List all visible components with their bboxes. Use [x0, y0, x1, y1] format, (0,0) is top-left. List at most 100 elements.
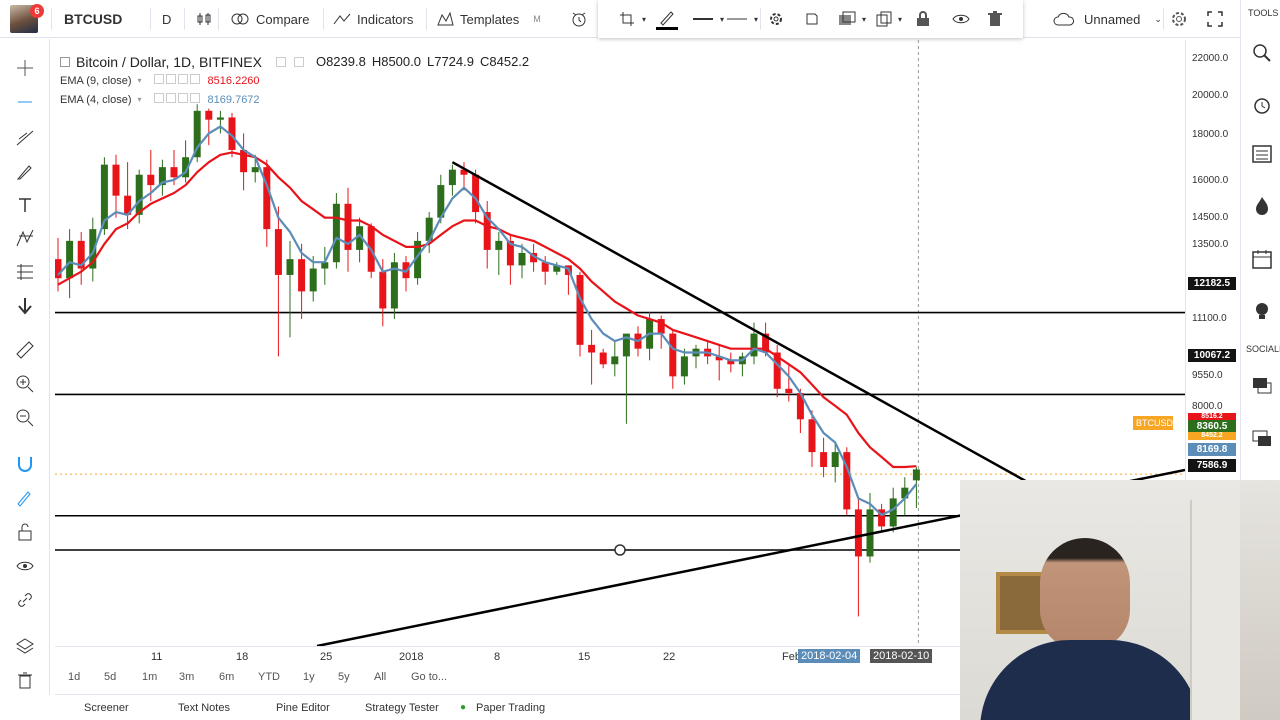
chat-icon[interactable] — [1251, 428, 1273, 450]
chat-icon[interactable] — [1251, 375, 1273, 397]
hline-price-box: 12182.5 — [1188, 277, 1236, 290]
list-icon[interactable] — [1251, 143, 1273, 165]
range-ytd[interactable]: YTD — [258, 671, 280, 683]
tab-paper-trading[interactable]: Paper Trading — [476, 702, 545, 714]
remove-drawings-tool[interactable] — [12, 669, 38, 691]
templates-icon — [437, 11, 454, 26]
candle-body — [588, 344, 596, 353]
alert-button[interactable] — [570, 0, 588, 38]
templates-button[interactable]: Templates M — [436, 0, 541, 38]
top-toolbar: 6 BTCUSD D Compare Indicators Templates … — [0, 0, 1280, 38]
delete-button[interactable] — [988, 0, 1002, 38]
text-tool[interactable] — [12, 194, 38, 216]
tab-strategy-tester[interactable]: Strategy Tester — [365, 702, 439, 714]
candle-body — [750, 333, 758, 357]
ema4-label[interactable]: EMA (4, close) — [60, 94, 132, 106]
ruler-tool[interactable] — [12, 339, 38, 361]
line-width-button[interactable]: ▾ — [692, 0, 724, 38]
line-style-button[interactable]: ▾ — [726, 0, 758, 38]
zoom-out-tool[interactable] — [12, 407, 38, 429]
ruler-icon — [16, 341, 34, 359]
line-width-icon — [693, 18, 713, 20]
settings-button[interactable] — [768, 0, 784, 38]
sync-drawings-tool[interactable] — [12, 589, 38, 611]
object-tree-tool[interactable] — [12, 635, 38, 657]
layout-button[interactable]: Unnamed ⌄ — [1053, 0, 1162, 38]
line-color-button[interactable] — [656, 0, 678, 38]
candle-body — [332, 203, 340, 263]
fib-icon — [17, 264, 33, 280]
crosshair-tool[interactable] — [12, 57, 38, 79]
clone-button[interactable]: ▾ — [876, 0, 902, 38]
range-all[interactable]: All — [374, 671, 386, 683]
stay-in-drawing-mode-tool[interactable] — [12, 487, 38, 509]
indicator-controls[interactable] — [153, 74, 202, 87]
time-highlight: 2018-02-10 — [870, 649, 933, 663]
range-5y[interactable]: 5y — [338, 671, 350, 683]
frame-tool-button[interactable]: ▾ — [618, 0, 646, 38]
calendar-icon[interactable] — [1251, 248, 1273, 270]
range-1y[interactable]: 1y — [303, 671, 315, 683]
tab-screener[interactable]: Screener — [84, 702, 129, 714]
ema9-label[interactable]: EMA (9, close) — [60, 75, 132, 87]
layout-name: Unnamed — [1084, 11, 1141, 27]
range-1d[interactable]: 1d — [68, 671, 80, 683]
hide-drawings-tool[interactable] — [12, 555, 38, 577]
candle-body — [889, 498, 897, 527]
fib-tool[interactable] — [12, 261, 38, 283]
indicators-button[interactable]: Indicators — [333, 0, 413, 38]
range-6m[interactable]: 6m — [219, 671, 234, 683]
fullscreen-button[interactable] — [1207, 0, 1223, 38]
bulb-icon[interactable] — [1251, 300, 1273, 322]
tab-text-notes[interactable]: Text Notes — [178, 702, 230, 714]
hide-button[interactable] — [952, 0, 970, 38]
price-label: 8000.0 — [1192, 401, 1223, 412]
settings-icon[interactable] — [275, 56, 286, 67]
pattern-tool[interactable] — [12, 227, 38, 249]
tab-pine-editor[interactable]: Pine Editor — [276, 702, 330, 714]
brush-tool[interactable] — [12, 161, 38, 183]
cursor-tool[interactable] — [12, 91, 38, 113]
candle-body — [808, 419, 816, 453]
alarm-clock-icon — [572, 12, 586, 27]
indicator-controls[interactable] — [153, 93, 202, 106]
interval-button[interactable]: D — [162, 0, 171, 38]
social-label: SOCIALI — [1246, 344, 1280, 354]
trend-line-icon — [16, 130, 34, 146]
lock-drawings-tool[interactable] — [12, 521, 38, 543]
chart-settings-button[interactable] — [1170, 0, 1188, 38]
arrow-tool[interactable] — [12, 295, 38, 317]
time-label: 15 — [578, 651, 591, 663]
layers-icon — [16, 638, 34, 654]
candle-body — [298, 259, 306, 292]
candle-body — [170, 167, 178, 178]
chart-legend: Bitcoin / Dollar, 1D, BITFINEX O8239.8 H… — [60, 52, 529, 109]
lock-button[interactable] — [916, 0, 930, 38]
collapse-icon[interactable] — [60, 56, 70, 67]
range-3m[interactable]: 3m — [179, 671, 194, 683]
magnet-tool[interactable] — [12, 453, 38, 475]
candle-body — [611, 356, 619, 365]
go-to-date-button[interactable]: Go to... — [411, 671, 447, 683]
trend-line-tool[interactable] — [12, 127, 38, 149]
visual-order-button[interactable]: ▾ — [838, 0, 866, 38]
zoom-in-tool[interactable] — [12, 373, 38, 395]
unlock-icon — [18, 523, 32, 541]
price-label: 11100.0 — [1192, 313, 1227, 324]
flame-icon[interactable] — [1251, 195, 1273, 217]
range-1m[interactable]: 1m — [142, 671, 157, 683]
legend-title: Bitcoin / Dollar, 1D, BITFINEX — [76, 53, 262, 70]
ema4-price-box: 8169.8 — [1188, 443, 1236, 456]
close-icon[interactable] — [293, 56, 304, 67]
search-icon[interactable] — [1251, 42, 1273, 64]
chart-style-button[interactable] — [196, 0, 212, 38]
alarm-clock-icon[interactable] — [1251, 94, 1273, 116]
range-5d[interactable]: 5d — [104, 671, 116, 683]
alert-tool-button[interactable] — [804, 0, 820, 38]
presenter-shirt — [980, 640, 1200, 720]
candle-body — [831, 452, 839, 467]
link-icon — [18, 593, 32, 607]
symbol-search[interactable]: BTCUSD — [64, 0, 122, 38]
webcam-overlay — [960, 480, 1240, 720]
compare-button[interactable]: Compare — [230, 0, 309, 38]
